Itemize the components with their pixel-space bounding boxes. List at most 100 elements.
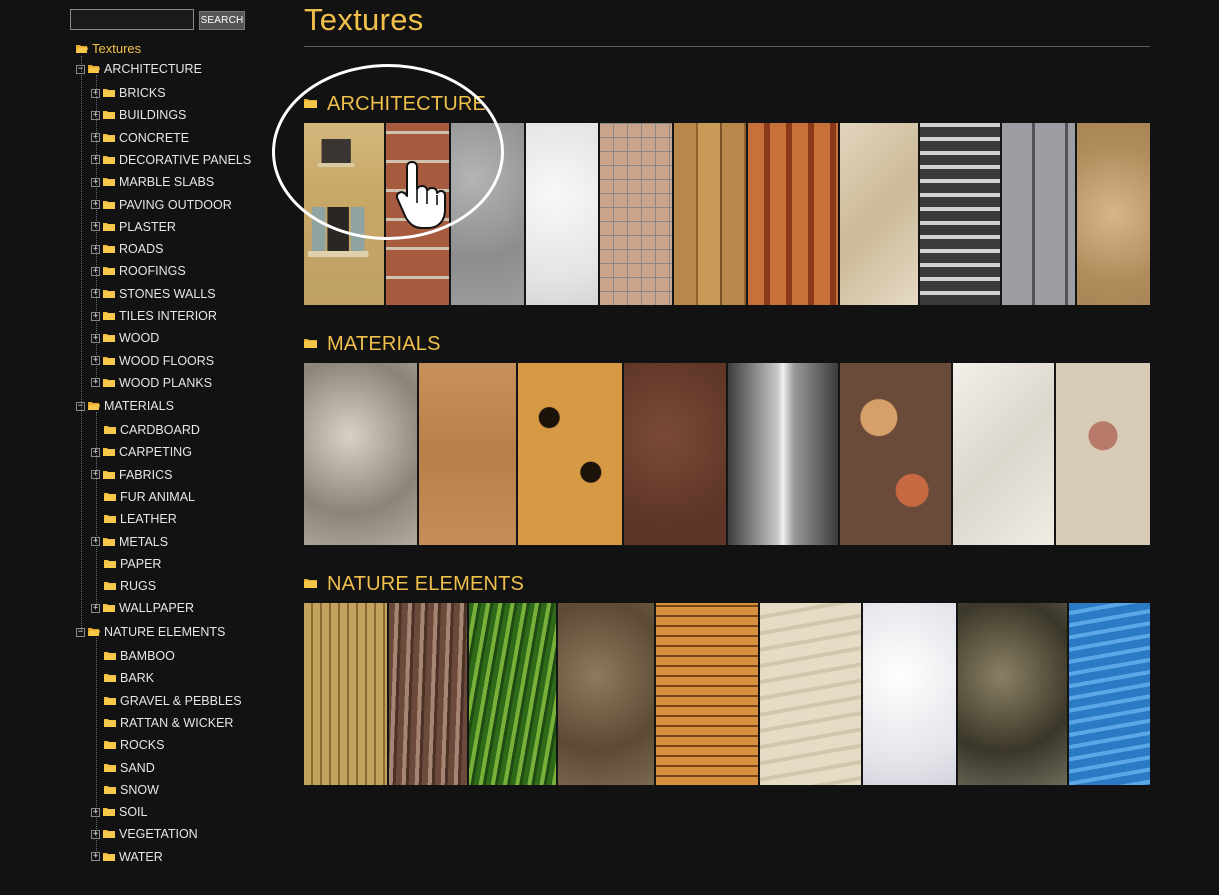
texture-tile-bamboo[interactable] <box>304 603 389 785</box>
tree-item-soil[interactable]: + SOIL <box>91 804 148 820</box>
tree-item-sand[interactable]: SAND <box>91 760 155 776</box>
tree-item-roofings[interactable]: + ROOFINGS <box>91 263 186 279</box>
tree-item-rattan-and-wicker[interactable]: RATTAN & WICKER <box>91 715 233 731</box>
tree-item-bamboo[interactable]: BAMBOO <box>91 648 175 664</box>
section-heading-architecture[interactable]: ARCHITECTURE <box>304 92 486 116</box>
expand-icon[interactable]: + <box>91 378 100 388</box>
expand-icon[interactable]: + <box>91 829 100 839</box>
texture-strip-materials[interactable] <box>304 363 1150 545</box>
expand-icon[interactable]: + <box>91 200 100 209</box>
tree-item-snow[interactable]: SNOW <box>91 782 159 798</box>
tree-item-label: CONCRETE <box>119 130 190 145</box>
texture-tile-road-crossing[interactable] <box>920 123 1002 305</box>
texture-tile-building-facade[interactable] <box>304 123 386 305</box>
tree-item-metals[interactable]: + METALS <box>91 534 168 550</box>
collapse-icon[interactable]: − <box>76 627 85 637</box>
tree-item-decorative-panels[interactable]: + DECORATIVE PANELS <box>91 152 251 168</box>
tree-item-tiles-interior[interactable]: + TILES INTERIOR <box>91 308 217 324</box>
expand-icon[interactable]: + <box>91 266 100 276</box>
tree-item-paper[interactable]: PAPER <box>91 556 161 572</box>
texture-tile-water[interactable] <box>1069 603 1150 785</box>
expand-icon[interactable]: + <box>91 177 100 187</box>
tree-item-bricks[interactable]: + BRICKS <box>91 85 166 101</box>
expand-icon[interactable]: + <box>91 356 100 366</box>
tree-group-materials[interactable]: − MATERIALS <box>76 398 174 414</box>
tree-item-rugs[interactable]: RUGS <box>91 578 156 594</box>
texture-tile-rock[interactable] <box>958 603 1069 785</box>
section-heading-materials[interactable]: MATERIALS <box>304 332 441 356</box>
tree-item-bark[interactable]: BARK <box>91 670 154 686</box>
texture-strip-nature-elements[interactable] <box>304 603 1150 785</box>
expand-icon[interactable]: + <box>91 537 100 546</box>
tree-item-paving-outdoor[interactable]: + PAVING OUTDOOR <box>91 197 232 213</box>
collapse-icon[interactable]: − <box>76 64 85 74</box>
texture-tile-leather[interactable] <box>624 363 728 545</box>
tree-item-fur-animal[interactable]: FUR ANIMAL <box>91 489 195 505</box>
texture-tile-mosaic-tiles[interactable] <box>600 123 674 305</box>
tree-item-roads[interactable]: + ROADS <box>91 241 163 257</box>
tree-item-label: CARPETING <box>119 445 192 460</box>
tree-item-buildings[interactable]: + BUILDINGS <box>91 107 186 123</box>
folder-icon <box>103 86 119 100</box>
search-input[interactable] <box>70 9 194 30</box>
texture-tile-leopard-fur[interactable] <box>518 363 624 545</box>
texture-tile-wallpaper[interactable] <box>1056 363 1150 545</box>
expand-icon[interactable]: + <box>91 222 100 232</box>
tree-item-cardboard[interactable]: CARDBOARD <box>91 422 200 438</box>
texture-tile-cardboard[interactable] <box>419 363 518 545</box>
texture-tile-metal[interactable] <box>728 363 840 545</box>
texture-tile-snow[interactable] <box>863 603 958 785</box>
tree-item-marble-slabs[interactable]: + MARBLE SLABS <box>91 174 214 190</box>
texture-tile-carpet-shag[interactable] <box>304 363 419 545</box>
tree-group-architecture[interactable]: − ARCHITECTURE <box>76 61 202 77</box>
tree-item-wood-planks[interactable]: + WOOD PLANKS <box>91 375 212 391</box>
expand-icon[interactable]: + <box>91 852 100 862</box>
texture-tile-roof-tiles[interactable] <box>748 123 840 305</box>
tree-item-concrete[interactable]: + CONCRETE <box>91 130 189 146</box>
search-button[interactable]: SEARCH <box>199 11 245 30</box>
texture-tile-paving-stones[interactable] <box>1002 123 1077 305</box>
texture-tile-stone-wall[interactable] <box>1077 123 1150 305</box>
expand-icon[interactable]: + <box>91 244 100 254</box>
tree-item-stones-walls[interactable]: + STONES WALLS <box>91 286 216 302</box>
tree-group-nature-elements[interactable]: − NATURE ELEMENTS <box>76 624 225 640</box>
tree-root-textures[interactable]: Textures <box>76 40 141 56</box>
tree-item-gravel-and-pebbles[interactable]: GRAVEL & PEBBLES <box>91 693 242 709</box>
section-heading-nature-elements[interactable]: NATURE ELEMENTS <box>304 572 524 596</box>
expand-icon[interactable]: + <box>91 333 100 343</box>
expand-icon[interactable]: + <box>91 88 100 98</box>
texture-tile-wood-planks[interactable] <box>674 123 748 305</box>
expand-icon[interactable]: + <box>91 807 100 817</box>
texture-tile-floral-fabric[interactable] <box>840 363 953 545</box>
texture-tile-wicker[interactable] <box>656 603 760 785</box>
tree-item-wood[interactable]: + WOOD <box>91 330 159 346</box>
tree-item-rocks[interactable]: ROCKS <box>91 737 164 753</box>
texture-tile-marble[interactable] <box>840 123 920 305</box>
texture-tile-paper[interactable] <box>953 363 1056 545</box>
tree-item-leather[interactable]: LEATHER <box>91 511 177 527</box>
texture-tile-bark[interactable] <box>389 603 469 785</box>
expand-icon[interactable]: + <box>91 447 100 457</box>
tree-item-carpeting[interactable]: + CARPETING <box>91 444 192 460</box>
expand-icon[interactable]: + <box>91 470 100 480</box>
texture-tile-grass[interactable] <box>469 603 558 785</box>
tree-item-plaster[interactable]: + PLASTER <box>91 219 176 235</box>
tree-item-label: PAVING OUTDOOR <box>119 197 232 212</box>
texture-tile-sand[interactable] <box>760 603 863 785</box>
tree-item-fabrics[interactable]: + FABRICS <box>91 467 173 483</box>
expand-icon[interactable]: + <box>91 603 100 613</box>
expand-icon[interactable]: + <box>91 133 100 143</box>
tree-item-wood-floors[interactable]: + WOOD FLOORS <box>91 353 214 369</box>
folder-icon <box>103 131 119 145</box>
texture-tile-plaster-white[interactable] <box>526 123 600 305</box>
expand-icon[interactable]: + <box>91 289 100 299</box>
expand-icon[interactable]: + <box>91 110 100 120</box>
tree-item-wallpaper[interactable]: + WALLPAPER <box>91 600 194 616</box>
texture-tile-concrete[interactable] <box>451 123 526 305</box>
tree-item-vegetation[interactable]: + VEGETATION <box>91 826 198 842</box>
texture-tile-soil[interactable] <box>558 603 656 785</box>
tree-item-water[interactable]: + WATER <box>91 849 163 865</box>
collapse-icon[interactable]: − <box>76 401 85 411</box>
expand-icon[interactable]: + <box>91 311 100 321</box>
expand-icon[interactable]: + <box>91 155 100 165</box>
